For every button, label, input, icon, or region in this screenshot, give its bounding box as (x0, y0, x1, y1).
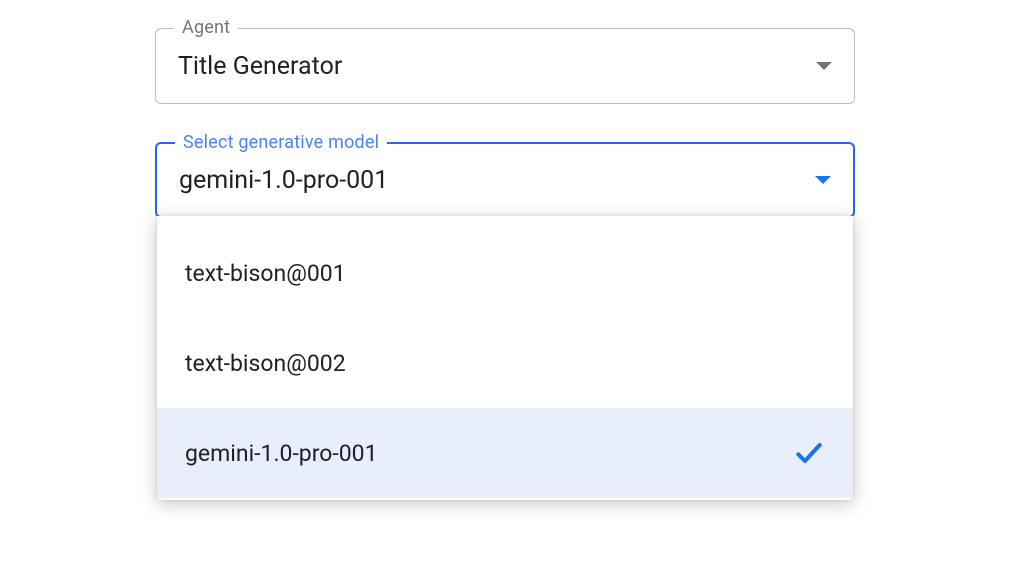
model-select-label: Select generative model (175, 132, 387, 153)
model-option[interactable]: text-bison@001 (157, 228, 853, 318)
model-option-label: text-bison@002 (185, 350, 346, 377)
agent-select-value: Title Generator (178, 52, 816, 81)
model-option[interactable]: gemini-1.0-pro-001 (157, 408, 853, 498)
agent-select-label: Agent (174, 17, 238, 38)
dropdown-arrow-icon (816, 62, 832, 70)
model-option[interactable]: text-bison@002 (157, 318, 853, 408)
model-option-label: gemini-1.0-pro-001 (185, 440, 378, 467)
dropdown-arrow-icon (815, 176, 831, 184)
model-option-label: text-bison@001 (185, 260, 346, 287)
agent-select[interactable]: Agent Title Generator (155, 28, 855, 104)
model-select[interactable]: Select generative model gemini-1.0-pro-0… (155, 142, 855, 218)
model-dropdown-menu: text-bison@001 text-bison@002 gemini-1.0… (157, 216, 853, 500)
model-select-value: gemini-1.0-pro-001 (179, 166, 815, 195)
check-icon (793, 437, 825, 469)
